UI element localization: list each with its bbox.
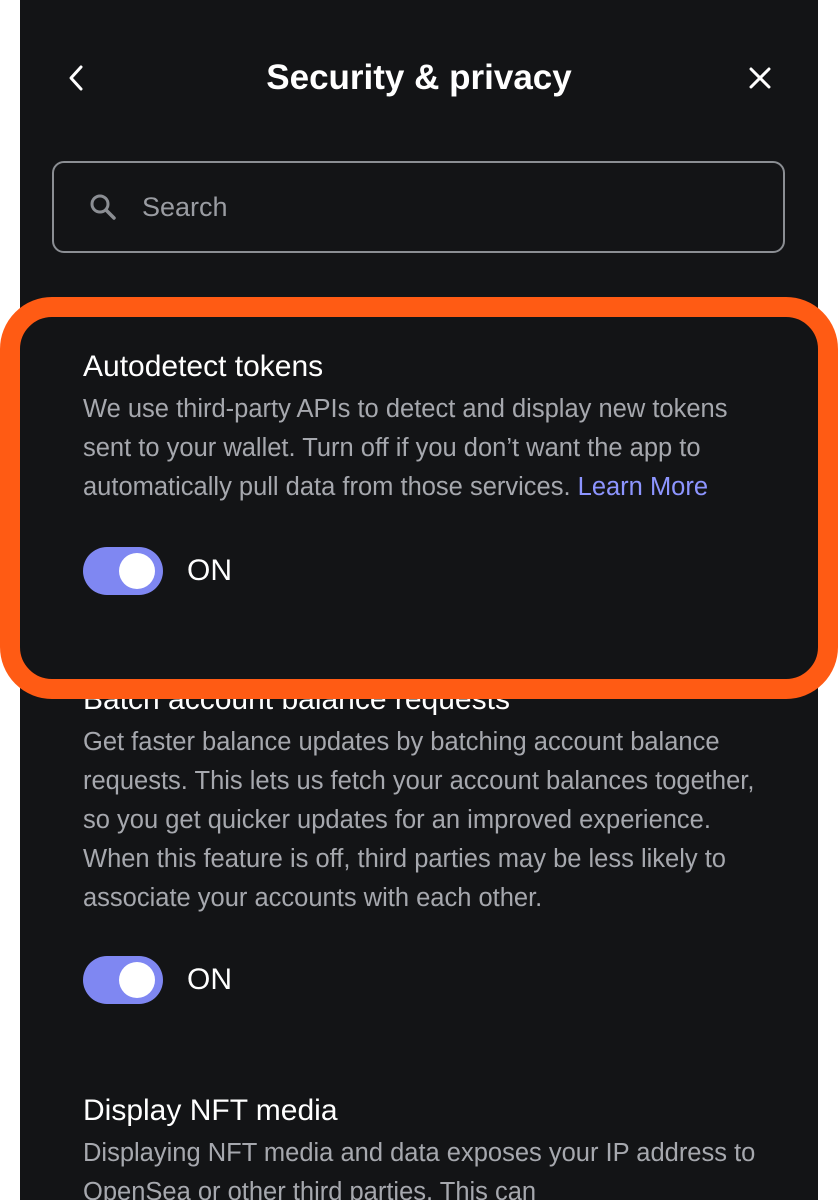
autodetect-tokens-toggle[interactable] xyxy=(83,547,163,595)
toggle-state-label: ON xyxy=(187,554,232,587)
setting-title: Autodetect tokens xyxy=(83,350,324,383)
close-icon xyxy=(749,67,771,89)
header: Security & privacy xyxy=(20,38,818,122)
setting-title: Batch account balance requests xyxy=(83,683,510,716)
setting-description: Displaying NFT media and data exposes yo… xyxy=(83,1139,756,1200)
setting-batch-balance-requests: Batch account balance requests Get faste… xyxy=(83,680,763,1004)
setting-display-nft-media: Display NFT media Displaying NFT media a… xyxy=(83,1091,763,1200)
toggle-row: ON xyxy=(83,547,763,595)
setting-description: Get faster balance updates by batching a… xyxy=(83,728,755,912)
toggle-row: ON xyxy=(83,956,763,1004)
search-input[interactable] xyxy=(140,190,783,224)
search-icon xyxy=(88,192,118,222)
learn-more-link[interactable]: Learn More xyxy=(578,473,708,501)
close-button[interactable] xyxy=(738,56,782,100)
toggle-state-label: ON xyxy=(187,963,232,996)
page-title: Security & privacy xyxy=(266,58,572,97)
batch-balance-toggle[interactable] xyxy=(83,956,163,1004)
highlighted-setting-autodetect-tokens: Autodetect tokens We use third-party API… xyxy=(83,347,763,595)
toggle-knob xyxy=(119,553,155,589)
setting-title: Display NFT media xyxy=(83,1094,338,1127)
toggle-knob xyxy=(119,962,155,998)
setting-description: We use third-party APIs to detect and di… xyxy=(83,390,763,507)
search-box[interactable] xyxy=(52,161,785,253)
